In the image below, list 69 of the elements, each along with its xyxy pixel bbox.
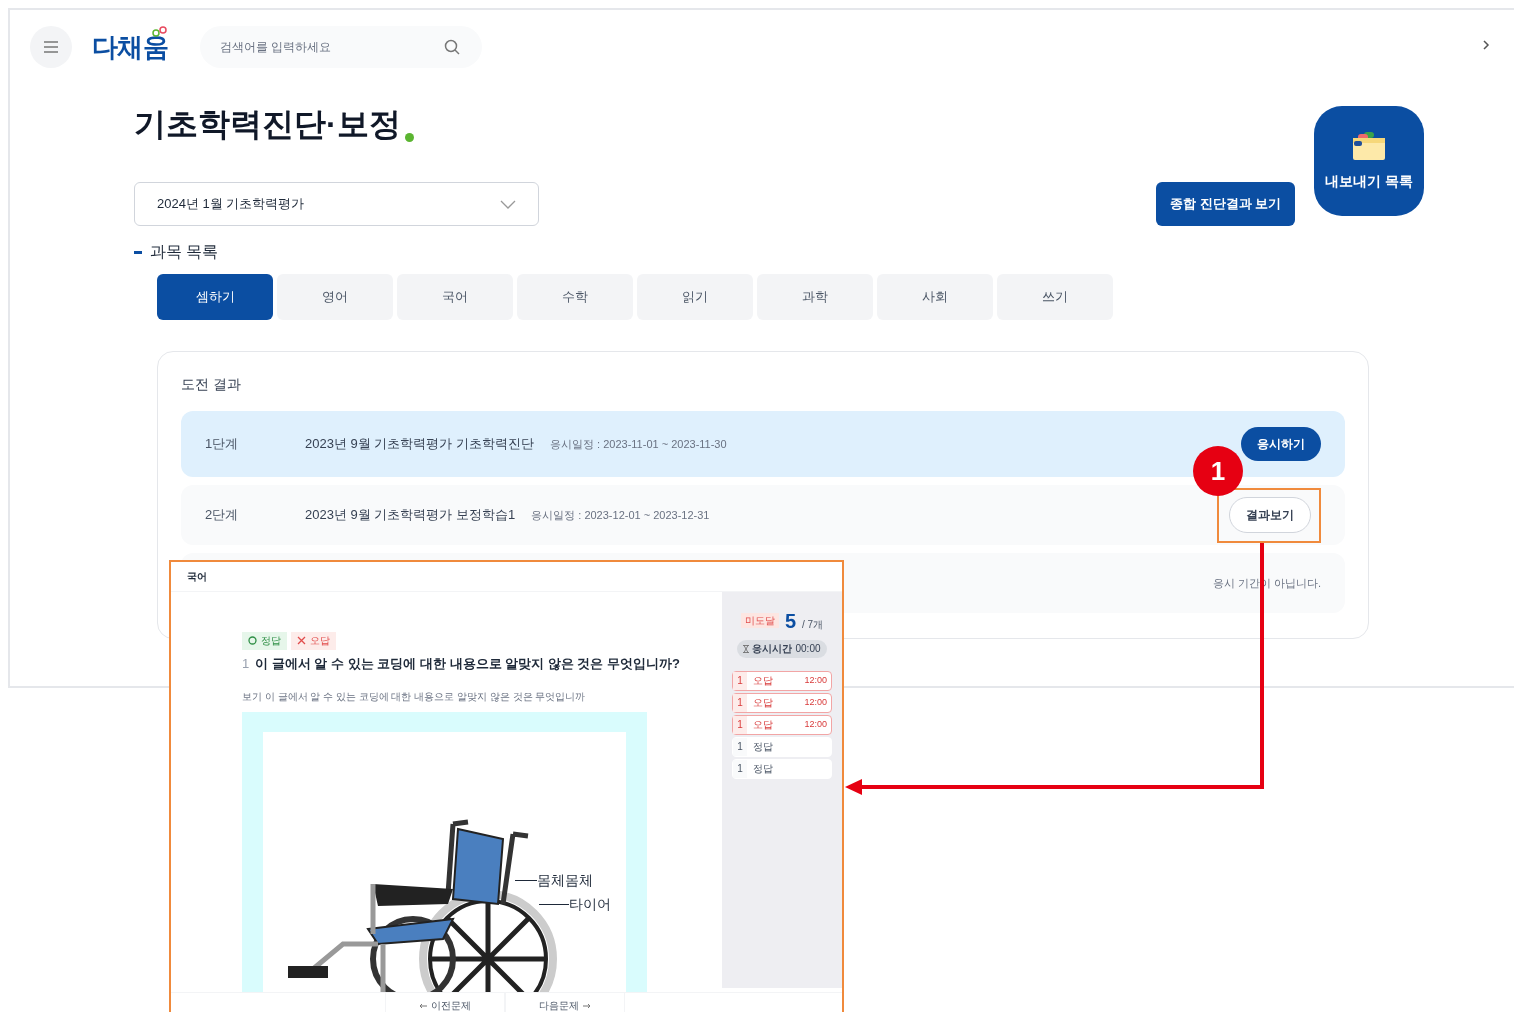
export-list-button[interactable]: 내보내기 목록: [1314, 106, 1424, 216]
answer-time: 12:00: [804, 674, 827, 687]
section-title: 과목 목록: [150, 242, 219, 262]
caret-icon: [500, 199, 516, 209]
subject-tab[interactable]: 읽기: [637, 274, 753, 320]
page-title: 기초학력진단·보정: [134, 105, 401, 144]
hint-text: 보기 이 글에서 알 수 있는 코딩에 대한 내용으로 알맞지 않은 것은 무엇입니까: [242, 690, 587, 705]
subject-tab[interactable]: 과학: [757, 274, 873, 320]
preview-title: 국어: [187, 569, 207, 584]
answer-result: 오답: [753, 718, 774, 733]
time-label: 응시시간: [752, 642, 793, 657]
exam-schedule: 응시일정 : 2023-11-01 ~ 2023-11-30: [550, 436, 727, 452]
answer-time: 12:00: [804, 718, 827, 731]
answer-item[interactable]: 1 정답: [732, 758, 832, 779]
correct-legend: 정답: [242, 631, 287, 650]
leader-line: [515, 880, 537, 882]
answer-time: 12:00: [804, 696, 827, 709]
status-badge: 미도달: [740, 613, 779, 629]
menu-button[interactable]: [30, 26, 72, 68]
subject-tab[interactable]: 사회: [877, 274, 993, 320]
answer-result: 정답: [753, 740, 774, 755]
subject-tab[interactable]: 셈하기: [157, 274, 273, 320]
subject-tab[interactable]: 영어: [277, 274, 393, 320]
score: 5: [784, 608, 796, 634]
exam-select[interactable]: 2024년 1월 기초학력평가: [134, 182, 539, 226]
wrong-legend: 오답: [291, 631, 336, 650]
stage-label: 2단계: [205, 506, 240, 525]
folder-icon: [1352, 130, 1386, 161]
answer-number: 1: [733, 759, 747, 778]
summary-button[interactable]: 종합 진단결과 보기: [1156, 182, 1296, 226]
answer-item[interactable]: 1 오답 12:00: [732, 670, 832, 691]
circle-icon: [248, 636, 257, 646]
subject-tab[interactable]: 수학: [517, 274, 633, 320]
next-button[interactable]: 다음문제: [505, 993, 625, 1012]
logo-dots-icon: [152, 26, 169, 38]
answer-item[interactable]: 1 정답: [732, 736, 832, 757]
score-total: / 7개: [802, 618, 824, 633]
view-result-button[interactable]: 결과보기: [1229, 497, 1311, 533]
menu-icon[interactable]: [44, 41, 58, 53]
cross-icon: [297, 636, 306, 646]
exam-schedule: 응시일정 : 2023-12-01 ~ 2023-12-31: [531, 507, 710, 523]
answer-number: 1: [733, 737, 747, 756]
time-value: 00:00: [795, 642, 821, 657]
arrow-right-icon: [583, 1002, 591, 1009]
answer-number: 1: [733, 671, 747, 690]
hourglass-icon: [743, 644, 750, 653]
question-text: 이 글에서 알 수 있는 코딩에 대한 내용으로 알맞지 않은 것은 무엇입니까?: [255, 654, 680, 673]
stage-label: 1단계: [205, 435, 240, 454]
arrow-left-icon: [419, 1002, 427, 1009]
exam-name: 2023년 9월 기초학력평가 기초학력진단: [305, 435, 534, 454]
answer-number: 1: [733, 715, 747, 734]
answer-result: 정답: [753, 762, 774, 777]
subject-tab[interactable]: 국어: [397, 274, 513, 320]
search-icon[interactable]: [444, 39, 461, 55]
subject-tab[interactable]: 쓰기: [997, 274, 1113, 320]
leader-line: [539, 904, 569, 906]
answer-result: 오답: [753, 696, 774, 711]
answer-item[interactable]: 1 오답 12:00: [732, 714, 832, 735]
search-field[interactable]: 검색어를 입력하세요: [200, 26, 483, 68]
results-title: 도전 결과: [181, 375, 242, 394]
take-exam-button[interactable]: 응시하기: [1241, 427, 1321, 461]
logo[interactable]: 다채움: [92, 27, 169, 67]
exam-name: 2023년 9월 기초학력평가 보정학습1: [305, 506, 516, 525]
answer-item[interactable]: 1 오답 12:00: [732, 692, 832, 713]
previous-button[interactable]: 이전문제: [385, 993, 505, 1012]
question-number: 1: [242, 654, 250, 673]
answer-result: 오답: [753, 674, 774, 689]
chevron-right-icon[interactable]: [1482, 40, 1490, 50]
answer-number: 1: [733, 693, 747, 712]
